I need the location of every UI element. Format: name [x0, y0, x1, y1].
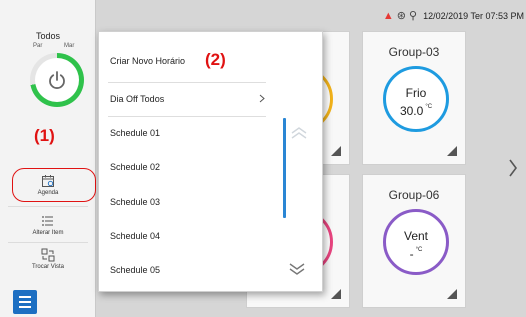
menu-item-schedule-01[interactable]: Schedule 01	[110, 128, 160, 138]
agenda-button[interactable]: Agenda	[12, 168, 84, 202]
network-icon: ⊛	[396, 9, 407, 22]
menu-item-schedule-03[interactable]: Schedule 03	[110, 197, 160, 207]
menu-item-dia-off-todos[interactable]: Dia Off Todos	[110, 94, 164, 104]
alterar-item-label: Alterar Item	[32, 230, 64, 236]
group-title: Group-03	[388, 45, 440, 59]
alterar-item-button[interactable]: Alterar Item	[12, 214, 84, 236]
power-button[interactable]	[30, 53, 84, 107]
hamburger-menu-button[interactable]	[13, 290, 37, 314]
scrollbar[interactable]	[283, 118, 286, 218]
agenda-label: Agenda	[37, 190, 59, 196]
menu-item-criar-novo-horario[interactable]: Criar Novo Horário	[110, 56, 185, 66]
mar-label: Mar	[64, 43, 75, 49]
group-card-06[interactable]: Group-06 Vent - °C	[362, 174, 466, 308]
corner-indicator-icon	[447, 146, 457, 156]
menu-item-schedule-05[interactable]: Schedule 05	[110, 265, 160, 275]
trocar-vista-button[interactable]: Trocar Vista	[12, 248, 84, 270]
trocar-vista-label: Trocar Vista	[31, 264, 64, 270]
menu-divider	[108, 82, 266, 83]
group-status-ring: Frio 30.0 °C	[383, 66, 449, 132]
list-edit-icon	[42, 216, 53, 226]
agenda-dropdown-menu: Criar Novo Horário Dia Off Todos Schedul…	[98, 31, 323, 292]
warning-icon[interactable]: ▲	[383, 10, 394, 22]
group-temp: - °C	[409, 247, 423, 261]
switch-view-icon	[41, 248, 55, 262]
app-screen: ▲ ⊛ ⚲ 12/02/2019 Ter 07:53 PM p-02 to .0…	[0, 0, 526, 317]
hamburger-icon	[19, 296, 31, 298]
corner-indicator-icon	[331, 146, 341, 156]
calendar-icon	[42, 175, 54, 187]
corner-indicator-icon	[331, 289, 341, 299]
scroll-down-icon[interactable]	[287, 262, 307, 276]
next-page-icon[interactable]	[508, 158, 518, 178]
signal-icon: ⚲	[409, 9, 418, 22]
chevron-right-icon	[259, 94, 265, 103]
group-title: Group-06	[388, 188, 440, 202]
scroll-up-icon[interactable]	[289, 126, 309, 140]
group-card-03[interactable]: Group-03 Frio 30.0 °C	[362, 31, 466, 165]
group-status-ring: Vent - °C	[383, 209, 449, 275]
sidebar-divider	[8, 242, 88, 243]
menu-item-schedule-02[interactable]: Schedule 02	[110, 162, 160, 172]
annotation-1: (1)	[34, 126, 55, 145]
annotation-2: (2)	[205, 50, 226, 69]
status-bar: ▲ ⊛ ⚲ 12/02/2019 Ter 07:53 PM	[383, 8, 524, 24]
group-mode: Vent	[403, 229, 429, 243]
sidebar-divider	[8, 206, 88, 207]
power-icon	[49, 71, 65, 89]
corner-indicator-icon	[447, 289, 457, 299]
datetime-text: 12/02/2019 Ter 07:53 PM	[423, 11, 524, 21]
all-groups-title: Todos	[35, 31, 61, 41]
menu-divider	[108, 116, 266, 117]
power-button-inner	[35, 58, 79, 102]
group-mode: Frio	[405, 86, 427, 100]
sidebar: Todos Par Mar (1) Agenda Alterar Item Tr…	[0, 0, 96, 317]
menu-item-schedule-04[interactable]: Schedule 04	[110, 231, 160, 241]
par-label: Par	[33, 43, 43, 49]
group-temp: 30.0 °C	[399, 104, 433, 118]
